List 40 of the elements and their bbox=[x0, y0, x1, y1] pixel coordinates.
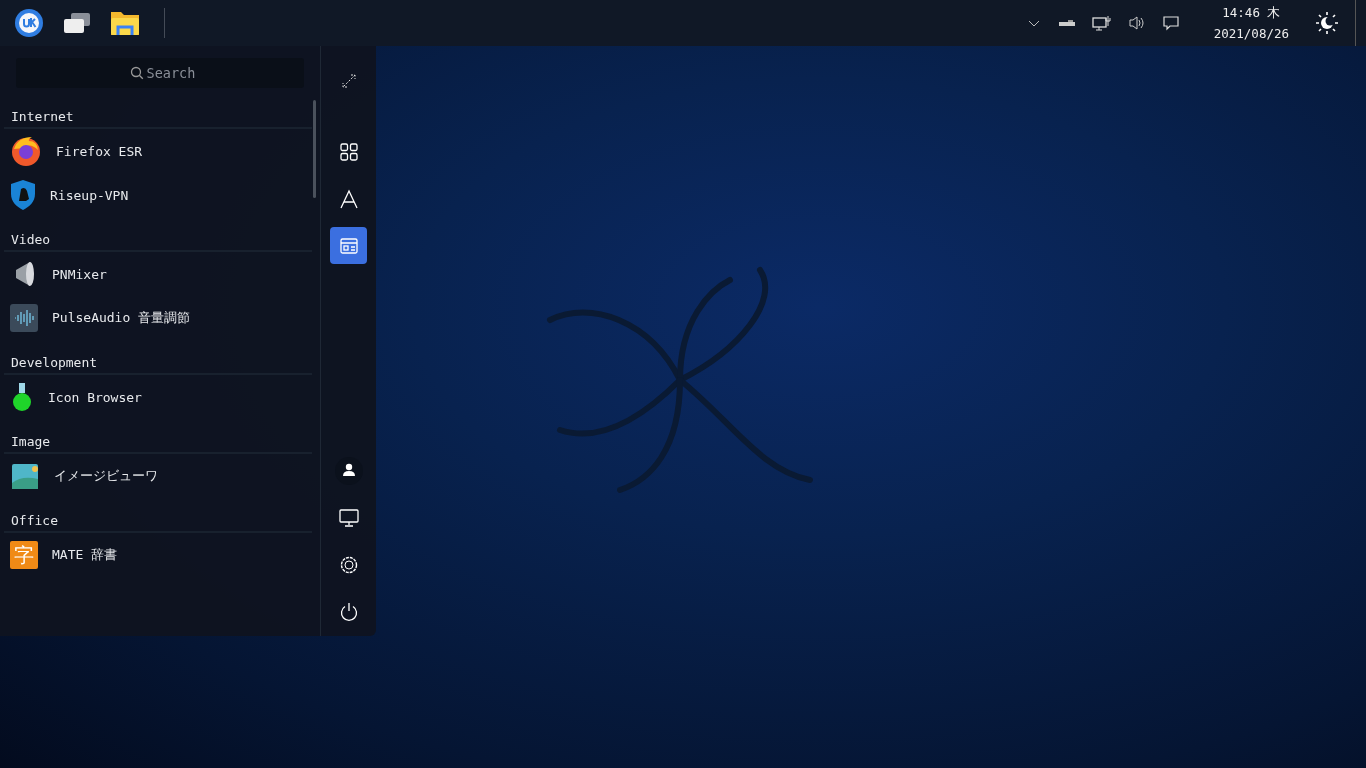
network-icon[interactable] bbox=[1091, 14, 1112, 32]
sound-wave-icon bbox=[10, 304, 38, 332]
grid-icon bbox=[338, 141, 359, 162]
windows-icon bbox=[62, 11, 92, 35]
app-item[interactable]: PulseAudio 音量調節 bbox=[4, 296, 312, 340]
app-item[interactable]: 字 MATE 辞書 bbox=[4, 533, 312, 577]
settings-icon bbox=[338, 554, 359, 575]
search-field[interactable]: Search bbox=[16, 58, 304, 88]
category-heading: Development bbox=[10, 354, 99, 372]
category-list-icon bbox=[338, 236, 359, 255]
app-item[interactable]: Icon Browser bbox=[4, 375, 312, 419]
night-mode-icon[interactable] bbox=[1315, 11, 1339, 35]
scrollbar[interactable] bbox=[313, 100, 316, 198]
volume-icon[interactable] bbox=[1127, 15, 1146, 31]
user-icon bbox=[334, 456, 363, 485]
shield-icon bbox=[10, 179, 36, 211]
start-menu-button[interactable] bbox=[12, 8, 46, 38]
clock-time[interactable]: 14:46 木 bbox=[1222, 5, 1281, 22]
category-heading: Internet bbox=[10, 108, 75, 126]
category-heading: Video bbox=[10, 231, 52, 249]
logo-icon bbox=[14, 8, 44, 38]
power-icon bbox=[338, 601, 359, 622]
app-item[interactable]: Riseup-VPN bbox=[4, 173, 312, 217]
letter-a-icon bbox=[338, 188, 359, 209]
category-heading: Office bbox=[10, 512, 59, 530]
folder-icon bbox=[110, 9, 140, 37]
app-item[interactable]: イメージビューワ bbox=[4, 454, 312, 498]
picture-icon bbox=[10, 461, 40, 491]
app-item[interactable]: PNMixer bbox=[4, 252, 312, 296]
file-manager-button[interactable] bbox=[108, 9, 142, 37]
search-icon bbox=[130, 66, 144, 80]
clock-date[interactable]: 2021/08/26 bbox=[1213, 26, 1289, 41]
dictionary-icon: 字 bbox=[10, 541, 38, 569]
expand-icon bbox=[340, 72, 357, 89]
monitor-icon bbox=[338, 508, 359, 527]
firefox-icon bbox=[10, 135, 42, 167]
flask-icon bbox=[10, 382, 34, 412]
app-item[interactable]: Firefox ESR bbox=[4, 129, 312, 173]
message-icon[interactable] bbox=[1161, 15, 1180, 31]
category-heading: Image bbox=[10, 433, 52, 451]
